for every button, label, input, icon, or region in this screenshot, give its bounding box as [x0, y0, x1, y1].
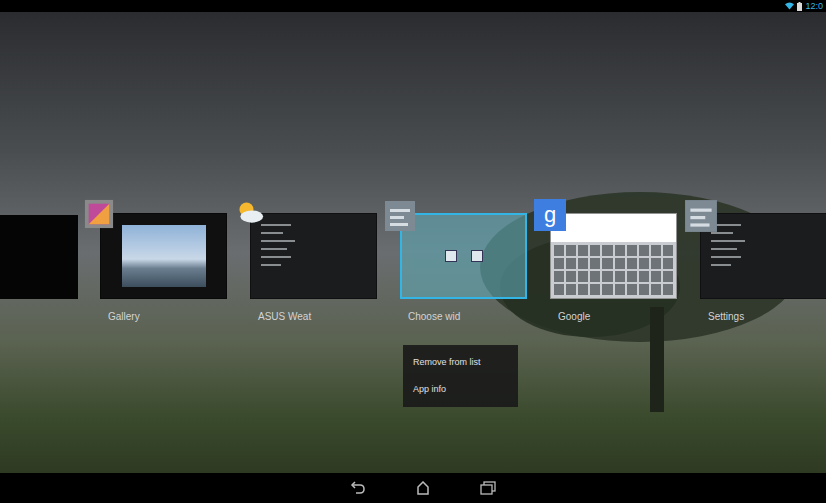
- recent-app-card[interactable]: Settings: [684, 199, 826, 323]
- key: [554, 258, 564, 269]
- key: [566, 245, 576, 256]
- key: [627, 258, 637, 269]
- recent-app-card[interactable]: Gallery: [84, 199, 234, 323]
- recent-app-card[interactable]: ASUS Weat: [234, 199, 384, 323]
- recent-app-card[interactable]: g Google: [534, 199, 684, 323]
- key: [554, 271, 564, 282]
- clock: 12:0: [805, 1, 823, 11]
- app-thumbnail[interactable]: [250, 213, 377, 299]
- key: [639, 271, 649, 282]
- key: [566, 258, 576, 269]
- key: [566, 271, 576, 282]
- key: [602, 245, 612, 256]
- partial-card[interactable]: [0, 215, 78, 299]
- key: [578, 258, 588, 269]
- wifi-icon: [785, 2, 794, 10]
- text-line: [261, 248, 287, 250]
- text-line: [261, 232, 283, 234]
- key: [578, 245, 588, 256]
- keyboard: [551, 242, 676, 298]
- key: [651, 284, 661, 295]
- widget-preview: [471, 250, 483, 262]
- key: [663, 271, 673, 282]
- search-area: [551, 214, 676, 242]
- key: [590, 258, 600, 269]
- google-logo: g: [534, 199, 566, 231]
- app-thumbnail[interactable]: [400, 213, 527, 299]
- key: [639, 245, 649, 256]
- logo-letter: g: [544, 204, 556, 226]
- key: [663, 284, 673, 295]
- home-icon[interactable]: [416, 481, 430, 495]
- battery-icon: [797, 2, 802, 11]
- context-menu-item[interactable]: App info: [403, 376, 518, 403]
- app-thumbnail[interactable]: [550, 213, 677, 299]
- photo-thumbnail: [122, 225, 206, 287]
- navigation-bar: [0, 473, 826, 503]
- gallery-icon[interactable]: [84, 199, 118, 233]
- recent-app-card[interactable]: Choose widRemove from listApp info: [384, 199, 534, 323]
- text-line: [261, 256, 291, 258]
- context-menu-item[interactable]: Remove from list: [403, 349, 518, 376]
- app-label: Settings: [700, 311, 826, 323]
- key: [578, 284, 588, 295]
- recent-apps-list: Gallery ASUS WeatChoose widRemove from li…: [0, 12, 826, 323]
- status-bar: 12:0: [0, 0, 826, 12]
- key: [602, 284, 612, 295]
- app-thumbnail[interactable]: [700, 213, 826, 299]
- screen: 12:0 GalleryASUS WeatChoose widRemove fr…: [0, 0, 826, 503]
- text-line: [261, 224, 291, 226]
- widget-preview: [445, 250, 457, 262]
- key: [627, 284, 637, 295]
- context-menu: Remove from listApp info: [403, 345, 518, 407]
- key: [602, 258, 612, 269]
- key: [590, 271, 600, 282]
- key: [554, 245, 564, 256]
- text-line: [711, 232, 733, 234]
- key: [627, 245, 637, 256]
- google-icon[interactable]: g: [534, 199, 568, 233]
- text-line: [261, 240, 295, 242]
- key: [663, 258, 673, 269]
- text-line: [711, 248, 737, 250]
- key: [615, 245, 625, 256]
- app-label: Choose wid: [400, 311, 534, 323]
- key: [663, 245, 673, 256]
- key: [651, 271, 661, 282]
- text-line: [711, 256, 741, 258]
- recents-area: GalleryASUS WeatChoose widRemove from li…: [0, 12, 826, 473]
- key: [627, 271, 637, 282]
- key: [578, 271, 588, 282]
- key: [554, 284, 564, 295]
- app-thumbnail[interactable]: [100, 213, 227, 299]
- key: [639, 284, 649, 295]
- key: [615, 258, 625, 269]
- key: [651, 245, 661, 256]
- key: [590, 284, 600, 295]
- settings-icon[interactable]: [684, 199, 718, 233]
- key: [651, 258, 661, 269]
- text-line: [261, 264, 281, 266]
- app-label: Gallery: [100, 311, 234, 323]
- key: [590, 245, 600, 256]
- key: [615, 271, 625, 282]
- app-label: Google: [550, 311, 684, 323]
- key: [566, 284, 576, 295]
- app-label: ASUS Weat: [250, 311, 384, 323]
- key: [602, 271, 612, 282]
- weather-icon[interactable]: [234, 199, 268, 233]
- recents-icon[interactable]: [480, 481, 496, 495]
- key: [639, 258, 649, 269]
- text-line: [711, 240, 745, 242]
- widget-icon[interactable]: [384, 199, 418, 233]
- key: [615, 284, 625, 295]
- back-icon[interactable]: [350, 481, 366, 495]
- text-line: [711, 264, 731, 266]
